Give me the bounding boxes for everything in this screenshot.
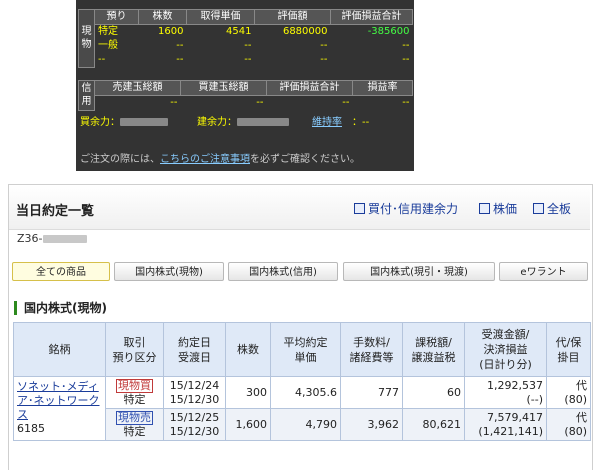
table-header-row: 銘柄 取引 預り区分 約定日 受渡日 株数 平均約定 単価 手数料/ 諸経費等 … bbox=[13, 322, 591, 377]
col-shares: 株数 bbox=[138, 9, 187, 25]
maintenance-ratio-link[interactable]: 維持率 bbox=[312, 113, 342, 128]
col-avg-price: 平均約定 単価 bbox=[270, 322, 341, 377]
window-icon bbox=[354, 203, 365, 214]
masked-value bbox=[120, 118, 168, 126]
tab-ewarrant[interactable]: eワラント bbox=[499, 262, 588, 281]
holdings-panel: 現物 預り 株数 取得単価 評価額 評価損益合計 特定 1600 4541 68… bbox=[76, 0, 414, 171]
col-amount: 受渡金額/ 決済損益 (日計り分) bbox=[464, 322, 547, 377]
table-row: ソネット･メディア･ネットワークス 6185 現物買 特定 15/12/24 1… bbox=[13, 376, 591, 441]
holding-row: 一般 -- -- -- -- bbox=[98, 40, 410, 51]
panel-header: 当日約定一覧 買付･信用建余力 株価 全板 bbox=[9, 185, 590, 230]
col-pl: 評価損益合計 bbox=[330, 9, 413, 25]
tab-domestic-delivery[interactable]: 国内株式(現引・現渡) bbox=[343, 262, 495, 281]
order-notice: ご注文の際には、こちらのご注意事項を必ずご確認ください。 bbox=[80, 154, 360, 165]
order-book-link[interactable]: 全板 bbox=[533, 200, 571, 217]
tab-all-products[interactable]: 全ての商品 bbox=[12, 262, 110, 281]
avg-price-cell: 4,305.6 bbox=[270, 376, 341, 409]
dates-cell: 15/12/24 15/12/30 bbox=[163, 376, 226, 409]
amount-cell: 7,579,417 (1,421,141) bbox=[464, 408, 547, 441]
dates-cell: 15/12/25 15/12/30 bbox=[163, 408, 226, 441]
amount-cell: 1,292,537 (--) bbox=[464, 376, 547, 409]
quote-link[interactable]: 株価 bbox=[479, 200, 517, 217]
window-icon bbox=[533, 203, 544, 214]
cash-holdings-table: 現物 預り 株数 取得単価 評価額 評価損益合計 特定 1600 4541 68… bbox=[78, 9, 413, 68]
holding-row: 特定 1600 4541 6880000 -385600 bbox=[98, 26, 410, 37]
building-power: 建余力： bbox=[197, 113, 289, 128]
cash-side-label: 現物 bbox=[78, 9, 95, 68]
col-trade-type: 取引 預り区分 bbox=[105, 322, 164, 377]
fee-cell: 3,962 bbox=[340, 408, 403, 441]
col-fees: 手数料/ 諸経費等 bbox=[340, 322, 403, 377]
col-margin: 代/保 掛目 bbox=[546, 322, 591, 377]
masked-value bbox=[237, 118, 289, 126]
trade-type-cell: 現物売 特定 bbox=[105, 408, 164, 441]
tab-domestic-margin[interactable]: 国内株式(信用) bbox=[228, 262, 338, 281]
trade-type-cell: 現物買 特定 bbox=[105, 376, 164, 409]
tax-cell: 60 bbox=[402, 376, 465, 409]
col-type: 預り bbox=[94, 9, 139, 25]
fee-cell: 777 bbox=[340, 376, 403, 409]
notice-link[interactable]: こちらのご注意事項 bbox=[160, 154, 250, 165]
buy-badge: 現物買 bbox=[116, 378, 153, 393]
page-title: 当日約定一覧 bbox=[16, 204, 95, 219]
col-margin-pl: 評価損益合計 bbox=[266, 80, 353, 96]
buying-power: 買余力： bbox=[80, 113, 168, 128]
stock-cell: ソネット･メディア･ネットワークス 6185 bbox=[13, 376, 106, 441]
masked-value bbox=[42, 235, 87, 243]
holding-row: -- -- -- -- -- bbox=[98, 54, 410, 65]
col-tax: 課税額/ 譲渡益税 bbox=[402, 322, 465, 377]
shares-cell: 1,600 bbox=[225, 408, 271, 441]
maintenance-ratio-value: ：-- bbox=[352, 117, 370, 128]
window-icon bbox=[479, 203, 490, 214]
margin-side-label: 信用 bbox=[78, 80, 95, 111]
shares-cell: 300 bbox=[225, 376, 271, 409]
stock-code: 6185 bbox=[17, 422, 45, 435]
col-long-total: 買建玉総額 bbox=[180, 80, 267, 96]
margin-cell: 代 (80) bbox=[546, 376, 591, 409]
stock-name-link[interactable]: ソネット･メディア･ネットワークス bbox=[17, 380, 100, 421]
margin-cell: 代 (80) bbox=[546, 408, 591, 441]
col-shares: 株数 bbox=[225, 322, 271, 377]
margin-row: -- -- -- -- bbox=[170, 97, 410, 108]
buying-power-link[interactable]: 買付･信用建余力 bbox=[354, 200, 458, 217]
col-dates: 約定日 受渡日 bbox=[163, 322, 226, 377]
col-cost: 取得単価 bbox=[186, 9, 255, 25]
sell-badge: 現物売 bbox=[116, 410, 153, 425]
col-short-total: 売建玉総額 bbox=[94, 80, 181, 96]
avg-price-cell: 4,790 bbox=[270, 408, 341, 441]
tax-cell: 80,621 bbox=[402, 408, 465, 441]
col-value: 評価額 bbox=[254, 9, 331, 25]
section-heading: 国内株式(現物) bbox=[14, 301, 107, 315]
col-stock: 銘柄 bbox=[13, 322, 106, 377]
account-number: Z36- bbox=[17, 232, 87, 245]
executions-table: 銘柄 取引 預り区分 約定日 受渡日 株数 平均約定 単価 手数料/ 諸経費等 … bbox=[13, 322, 591, 441]
margin-holdings-table: 信用 売建玉総額 買建玉総額 評価損益合計 損益率 -- -- -- -- bbox=[78, 80, 413, 111]
tab-domestic-cash[interactable]: 国内株式(現物) bbox=[114, 262, 224, 281]
col-pl-ratio: 損益率 bbox=[352, 80, 413, 96]
